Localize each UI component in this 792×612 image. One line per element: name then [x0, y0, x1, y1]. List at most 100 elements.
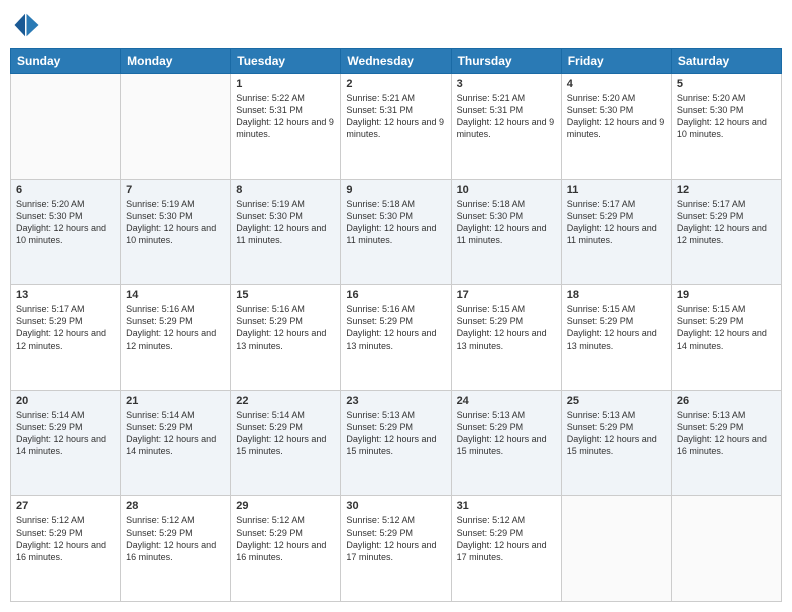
calendar-table: SundayMondayTuesdayWednesdayThursdayFrid…: [10, 48, 782, 602]
page: SundayMondayTuesdayWednesdayThursdayFrid…: [0, 0, 792, 612]
day-number: 30: [346, 500, 445, 512]
day-info: Sunrise: 5:20 AM Sunset: 5:30 PM Dayligh…: [677, 92, 776, 141]
day-number: 6: [16, 184, 115, 196]
day-number: 20: [16, 395, 115, 407]
calendar-cell: 1 Sunrise: 5:22 AM Sunset: 5:31 PM Daylig…: [231, 74, 341, 180]
day-info: Sunrise: 5:14 AM Sunset: 5:29 PM Dayligh…: [236, 409, 335, 458]
calendar-cell: 14 Sunrise: 5:16 AM Sunset: 5:29 PM Dayli…: [121, 285, 231, 391]
day-info: Sunrise: 5:19 AM Sunset: 5:30 PM Dayligh…: [126, 198, 225, 247]
day-number: 31: [457, 500, 556, 512]
day-info: Sunrise: 5:18 AM Sunset: 5:30 PM Dayligh…: [457, 198, 556, 247]
day-info: Sunrise: 5:16 AM Sunset: 5:29 PM Dayligh…: [236, 303, 335, 352]
day-number: 2: [346, 78, 445, 90]
day-info: Sunrise: 5:17 AM Sunset: 5:29 PM Dayligh…: [677, 198, 776, 247]
calendar-cell: 15 Sunrise: 5:16 AM Sunset: 5:29 PM Dayli…: [231, 285, 341, 391]
day-info: Sunrise: 5:16 AM Sunset: 5:29 PM Dayligh…: [126, 303, 225, 352]
day-number: 18: [567, 289, 666, 301]
day-number: 15: [236, 289, 335, 301]
day-number: 7: [126, 184, 225, 196]
day-info: Sunrise: 5:18 AM Sunset: 5:30 PM Dayligh…: [346, 198, 445, 247]
day-number: 14: [126, 289, 225, 301]
weekday-header-monday: Monday: [121, 49, 231, 74]
day-number: 22: [236, 395, 335, 407]
day-info: Sunrise: 5:12 AM Sunset: 5:29 PM Dayligh…: [126, 514, 225, 563]
weekday-header-tuesday: Tuesday: [231, 49, 341, 74]
day-info: Sunrise: 5:12 AM Sunset: 5:29 PM Dayligh…: [16, 514, 115, 563]
day-number: 26: [677, 395, 776, 407]
calendar-cell: 13Sunrise: 5:17 AM Sunset: 5:29 PM Dayli…: [11, 285, 121, 391]
day-info: Sunrise: 5:20 AM Sunset: 5:30 PM Dayligh…: [567, 92, 666, 141]
day-info: Sunrise: 5:12 AM Sunset: 5:29 PM Dayligh…: [346, 514, 445, 563]
day-number: 16: [346, 289, 445, 301]
day-number: 29: [236, 500, 335, 512]
calendar-cell: 6 Sunrise: 5:20 AM Sunset: 5:30 PM Daylig…: [11, 179, 121, 285]
day-info: Sunrise: 5:15 AM Sunset: 5:29 PM Dayligh…: [567, 303, 666, 352]
calendar-cell: 16Sunrise: 5:16 AM Sunset: 5:29 PM Dayli…: [341, 285, 451, 391]
logo-icon: [10, 10, 40, 40]
calendar-cell: 29 Sunrise: 5:12 AM Sunset: 5:29 PM Dayli…: [231, 496, 341, 602]
day-info: Sunrise: 5:13 AM Sunset: 5:29 PM Dayligh…: [457, 409, 556, 458]
day-info: Sunrise: 5:22 AM Sunset: 5:31 PM Dayligh…: [236, 92, 335, 141]
day-number: 21: [126, 395, 225, 407]
weekday-header-thursday: Thursday: [451, 49, 561, 74]
week-row-2: 6 Sunrise: 5:20 AM Sunset: 5:30 PM Daylig…: [11, 179, 782, 285]
day-number: 3: [457, 78, 556, 90]
calendar-cell: 2 Sunrise: 5:21 AM Sunset: 5:31 PM Daylig…: [341, 74, 451, 180]
day-number: 24: [457, 395, 556, 407]
calendar-cell: 20 Sunrise: 5:14 AM Sunset: 5:29 PM Dayli…: [11, 390, 121, 496]
calendar-cell: [671, 496, 781, 602]
day-number: 1: [236, 78, 335, 90]
calendar-cell: 23Sunrise: 5:13 AM Sunset: 5:29 PM Dayli…: [341, 390, 451, 496]
day-info: Sunrise: 5:21 AM Sunset: 5:31 PM Dayligh…: [457, 92, 556, 141]
day-info: Sunrise: 5:12 AM Sunset: 5:29 PM Dayligh…: [457, 514, 556, 563]
calendar-cell: 31 Sunrise: 5:12 AM Sunset: 5:29 PM Dayli…: [451, 496, 561, 602]
day-number: 13: [16, 289, 115, 301]
weekday-header-sunday: Sunday: [11, 49, 121, 74]
day-number: 25: [567, 395, 666, 407]
day-info: Sunrise: 5:19 AM Sunset: 5:30 PM Dayligh…: [236, 198, 335, 247]
day-number: 17: [457, 289, 556, 301]
weekday-header-saturday: Saturday: [671, 49, 781, 74]
calendar-cell: 19 Sunrise: 5:15 AM Sunset: 5:29 PM Dayli…: [671, 285, 781, 391]
logo: [10, 10, 44, 40]
calendar-cell: 27Sunrise: 5:12 AM Sunset: 5:29 PM Dayli…: [11, 496, 121, 602]
calendar-cell: 18 Sunrise: 5:15 AM Sunset: 5:29 PM Dayli…: [561, 285, 671, 391]
week-row-1: 1 Sunrise: 5:22 AM Sunset: 5:31 PM Daylig…: [11, 74, 782, 180]
calendar-cell: 3 Sunrise: 5:21 AM Sunset: 5:31 PM Daylig…: [451, 74, 561, 180]
calendar-cell: 28 Sunrise: 5:12 AM Sunset: 5:29 PM Dayli…: [121, 496, 231, 602]
day-info: Sunrise: 5:15 AM Sunset: 5:29 PM Dayligh…: [457, 303, 556, 352]
calendar-cell: 7 Sunrise: 5:19 AM Sunset: 5:30 PM Daylig…: [121, 179, 231, 285]
day-number: 19: [677, 289, 776, 301]
calendar-cell: 9 Sunrise: 5:18 AM Sunset: 5:30 PM Daylig…: [341, 179, 451, 285]
week-row-5: 27Sunrise: 5:12 AM Sunset: 5:29 PM Dayli…: [11, 496, 782, 602]
day-info: Sunrise: 5:13 AM Sunset: 5:29 PM Dayligh…: [677, 409, 776, 458]
weekday-header-wednesday: Wednesday: [341, 49, 451, 74]
calendar-cell: 26 Sunrise: 5:13 AM Sunset: 5:29 PM Dayli…: [671, 390, 781, 496]
week-row-4: 20 Sunrise: 5:14 AM Sunset: 5:29 PM Dayli…: [11, 390, 782, 496]
calendar-cell: 17 Sunrise: 5:15 AM Sunset: 5:29 PM Dayli…: [451, 285, 561, 391]
day-info: Sunrise: 5:17 AM Sunset: 5:29 PM Dayligh…: [567, 198, 666, 247]
day-number: 10: [457, 184, 556, 196]
day-info: Sunrise: 5:13 AM Sunset: 5:29 PM Dayligh…: [346, 409, 445, 458]
day-number: 28: [126, 500, 225, 512]
calendar-cell: 8Sunrise: 5:19 AM Sunset: 5:30 PM Daylig…: [231, 179, 341, 285]
day-info: Sunrise: 5:12 AM Sunset: 5:29 PM Dayligh…: [236, 514, 335, 563]
day-number: 9: [346, 184, 445, 196]
day-number: 4: [567, 78, 666, 90]
day-number: 12: [677, 184, 776, 196]
day-info: Sunrise: 5:14 AM Sunset: 5:29 PM Dayligh…: [16, 409, 115, 458]
calendar-cell: 4 Sunrise: 5:20 AM Sunset: 5:30 PM Daylig…: [561, 74, 671, 180]
header: [10, 10, 782, 40]
calendar-cell: 10 Sunrise: 5:18 AM Sunset: 5:30 PM Dayli…: [451, 179, 561, 285]
weekday-header-friday: Friday: [561, 49, 671, 74]
day-info: Sunrise: 5:21 AM Sunset: 5:31 PM Dayligh…: [346, 92, 445, 141]
week-row-3: 13Sunrise: 5:17 AM Sunset: 5:29 PM Dayli…: [11, 285, 782, 391]
day-number: 11: [567, 184, 666, 196]
calendar-cell: 25Sunrise: 5:13 AM Sunset: 5:29 PM Dayli…: [561, 390, 671, 496]
day-info: Sunrise: 5:15 AM Sunset: 5:29 PM Dayligh…: [677, 303, 776, 352]
day-info: Sunrise: 5:20 AM Sunset: 5:30 PM Dayligh…: [16, 198, 115, 247]
calendar-cell: 21 Sunrise: 5:14 AM Sunset: 5:29 PM Dayli…: [121, 390, 231, 496]
calendar-cell: 5 Sunrise: 5:20 AM Sunset: 5:30 PM Daylig…: [671, 74, 781, 180]
day-info: Sunrise: 5:14 AM Sunset: 5:29 PM Dayligh…: [126, 409, 225, 458]
day-number: 5: [677, 78, 776, 90]
